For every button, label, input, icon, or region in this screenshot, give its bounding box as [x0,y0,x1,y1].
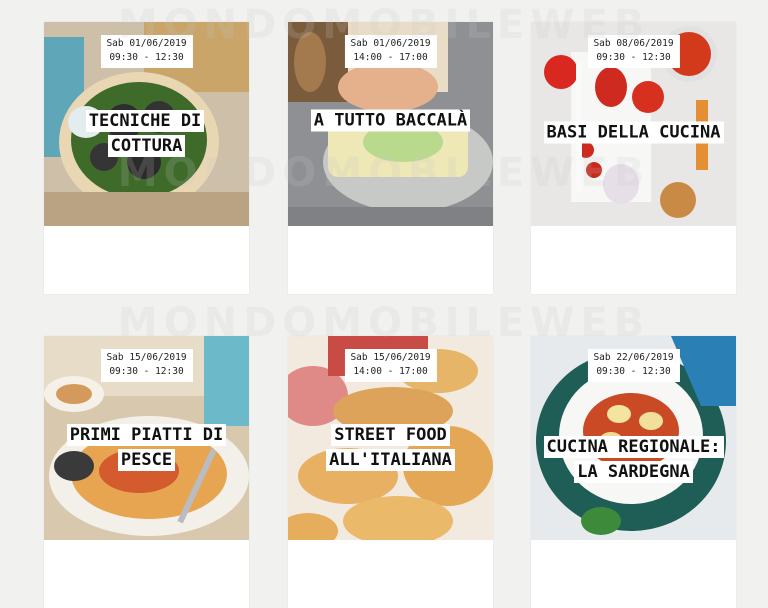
course-date-badge: Sab 01/06/2019 14:00 - 17:00 [344,35,437,68]
course-title: CUCINA REGIONALE: LA SARDEGNA [534,435,734,485]
course-card-primi-piatti-di-pesce[interactable]: Sab 15/06/2019 09:30 - 12:30 PRIMI PIATT… [44,336,249,608]
course-title: PRIMI PIATTI DI PESCE [47,423,247,473]
course-time: 14:00 - 17:00 [353,52,428,63]
course-date-badge: Sab 22/06/2019 09:30 - 12:30 [587,349,680,382]
course-time: 09:30 - 12:30 [596,52,671,63]
course-card-cucina-regionale-sardegna[interactable]: Sab 22/06/2019 09:30 - 12:30 CUCINA REGI… [531,336,736,608]
course-card-tecniche-di-cottura[interactable]: Sab 01/06/2019 09:30 - 12:30 TECNICHE DI… [44,22,249,294]
course-date: Sab 15/06/2019 [350,352,431,363]
course-time: 14:00 - 17:00 [353,366,428,377]
course-card-a-tutto-baccala[interactable]: Sab 01/06/2019 14:00 - 17:00 A TUTTO BAC… [288,22,493,294]
course-time: 09:30 - 12:30 [109,366,184,377]
course-title: A TUTTO BACCALÀ [291,109,491,134]
course-date: Sab 08/06/2019 [593,38,674,49]
course-date-badge: Sab 01/06/2019 09:30 - 12:30 [100,35,193,68]
course-date: Sab 01/06/2019 [350,38,431,49]
course-card-street-food[interactable]: Sab 15/06/2019 14:00 - 17:00 STREET FOOD… [288,336,493,608]
course-date: Sab 15/06/2019 [106,352,187,363]
course-date: Sab 01/06/2019 [106,38,187,49]
course-time: 09:30 - 12:30 [596,366,671,377]
course-title: STREET FOOD ALL'ITALIANA [291,423,491,473]
course-card-basi-della-cucina[interactable]: Sab 08/06/2019 09:30 - 12:30 BASI DELLA … [531,22,736,294]
course-date-badge: Sab 15/06/2019 14:00 - 17:00 [344,349,437,382]
course-date: Sab 22/06/2019 [593,352,674,363]
course-title: BASI DELLA CUCINA [534,121,734,146]
course-date-badge: Sab 08/06/2019 09:30 - 12:30 [587,35,680,68]
course-time: 09:30 - 12:30 [109,52,184,63]
course-title: TECNICHE DI COTTURA [47,109,247,159]
course-date-badge: Sab 15/06/2019 09:30 - 12:30 [100,349,193,382]
